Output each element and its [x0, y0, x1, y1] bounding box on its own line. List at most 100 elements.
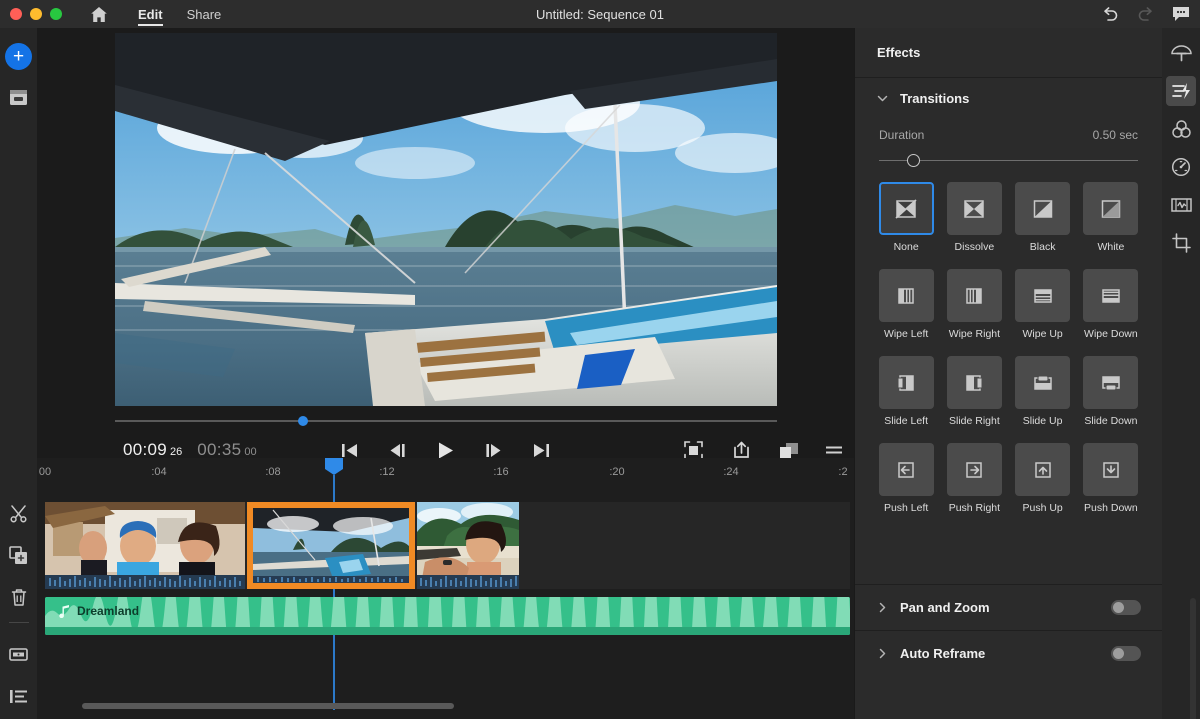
auto-reframe-label: Auto Reframe — [900, 646, 985, 661]
right-toolbar — [1162, 28, 1200, 719]
tab-edit[interactable]: Edit — [128, 0, 173, 28]
undo-icon[interactable] — [1102, 7, 1119, 22]
panel-vertical-scrollbar[interactable] — [1190, 598, 1196, 719]
viewer-scrubber[interactable] — [115, 414, 777, 428]
table-row[interactable] — [417, 502, 519, 589]
transition-label: None — [894, 241, 919, 253]
table-row[interactable] — [247, 502, 415, 589]
ruler-tick: :2 — [838, 466, 847, 478]
audio-clip-label: Dreamland — [59, 604, 139, 618]
pan-and-zoom-label: Pan and Zoom — [900, 600, 990, 615]
chevron-right-icon — [877, 648, 888, 659]
add-media-button[interactable]: + — [5, 43, 32, 70]
slide-up-icon — [1015, 356, 1070, 409]
tab-share[interactable]: Share — [177, 0, 232, 28]
transition-slide-left[interactable]: Slide Left — [872, 356, 940, 443]
color-tool-icon[interactable] — [1166, 114, 1196, 144]
transition-label: White — [1097, 241, 1124, 253]
transition-white[interactable]: White — [1077, 182, 1145, 269]
window-controls — [0, 8, 62, 20]
transition-push-left[interactable]: Push Left — [872, 443, 940, 530]
audio-tool-icon[interactable] — [1166, 190, 1196, 220]
redo-icon[interactable] — [1137, 7, 1154, 22]
transition-black-icon — [1015, 182, 1070, 235]
left-toolbar-bottom — [0, 486, 37, 719]
slide-left-icon — [879, 356, 934, 409]
pan-and-zoom-section[interactable]: Pan and Zoom — [855, 584, 1163, 630]
transition-label: Wipe Up — [1022, 328, 1062, 340]
audio-track[interactable]: Dreamland — [45, 597, 850, 635]
panel-title: Effects — [855, 28, 1162, 78]
clip-properties-icon[interactable] — [4, 639, 34, 669]
wipe-up-icon — [1015, 269, 1070, 322]
transition-wipe-left[interactable]: Wipe Left — [872, 269, 940, 356]
timeline-ruler[interactable]: 00 :04 :08 :12 :16 :20 :24 :2 — [37, 458, 854, 490]
crop-tool-icon[interactable] — [1166, 228, 1196, 258]
transition-label: Slide Down — [1084, 415, 1137, 427]
ruler-tick: :12 — [379, 466, 394, 478]
maximize-window-button[interactable] — [50, 8, 62, 20]
list-view-icon[interactable] — [4, 681, 34, 711]
transition-label: Wipe Right — [949, 328, 1000, 340]
transition-wipe-down[interactable]: Wipe Down — [1077, 269, 1145, 356]
timeline-horizontal-scrollbar[interactable] — [82, 703, 882, 709]
project-media-icon[interactable] — [4, 82, 34, 112]
transition-push-up[interactable]: Push Up — [1009, 443, 1077, 530]
transition-wipe-up[interactable]: Wipe Up — [1009, 269, 1077, 356]
transition-label: Push Left — [884, 502, 928, 514]
toolbar-divider — [9, 622, 29, 623]
transitions-section-header[interactable]: Transitions — [855, 78, 1162, 118]
transition-slide-up[interactable]: Slide Up — [1009, 356, 1077, 443]
transition-push-right[interactable]: Push Right — [940, 443, 1008, 530]
transition-label: Wipe Down — [1084, 328, 1138, 340]
auto-reframe-section[interactable]: Auto Reframe — [855, 630, 1163, 676]
text-tool-icon[interactable] — [1166, 38, 1196, 68]
mode-tabs: Edit Share — [128, 0, 231, 28]
delete-clip-icon[interactable] — [4, 582, 34, 612]
video-track[interactable] — [45, 502, 850, 589]
slide-right-icon — [947, 356, 1002, 409]
transition-none[interactable]: None — [872, 182, 940, 269]
transitions-label: Transitions — [900, 91, 969, 106]
ruler-tick: :20 — [609, 466, 624, 478]
split-clip-icon[interactable] — [4, 498, 34, 528]
music-note-icon — [59, 605, 70, 618]
transition-wipe-right[interactable]: Wipe Right — [940, 269, 1008, 356]
transition-white-icon — [1083, 182, 1138, 235]
duration-slider[interactable] — [879, 154, 1138, 168]
transition-black[interactable]: Black — [1009, 182, 1077, 269]
close-window-button[interactable] — [10, 8, 22, 20]
auto-reframe-toggle[interactable] — [1111, 646, 1141, 661]
transition-none-icon — [879, 182, 934, 235]
video-preview[interactable] — [115, 33, 777, 406]
table-row[interactable] — [45, 502, 245, 589]
audio-clip-name: Dreamland — [77, 604, 139, 618]
titlebar-actions — [1102, 0, 1190, 28]
comment-icon[interactable] — [1172, 6, 1190, 22]
ruler-tick: :04 — [151, 466, 166, 478]
effects-tool-icon[interactable] — [1166, 76, 1196, 106]
timeline-panel[interactable]: 00 :04 :08 :12 :16 :20 :24 :2 — [37, 458, 854, 719]
transition-label: Slide Left — [884, 415, 928, 427]
duplicate-clip-icon[interactable] — [4, 540, 34, 570]
speed-tool-icon[interactable] — [1166, 152, 1196, 182]
transition-slide-right[interactable]: Slide Right — [940, 356, 1008, 443]
minimize-window-button[interactable] — [30, 8, 42, 20]
push-left-icon — [879, 443, 934, 496]
pan-and-zoom-toggle[interactable] — [1111, 600, 1141, 615]
transition-dissolve[interactable]: Dissolve — [940, 182, 1008, 269]
transitions-grid: None Dissolve Black White — [855, 168, 1162, 530]
transition-push-down[interactable]: Push Down — [1077, 443, 1145, 530]
title-bar: Edit Share Untitled: Sequence 01 — [0, 0, 1200, 28]
video-clip-2[interactable] — [253, 508, 409, 583]
transition-slide-down[interactable]: Slide Down — [1077, 356, 1145, 443]
scrubber-handle[interactable] — [298, 416, 308, 426]
scrollbar-thumb[interactable] — [82, 703, 454, 709]
slider-knob[interactable] — [907, 154, 920, 167]
transition-label: Push Up — [1022, 502, 1062, 514]
scrubber-track — [115, 420, 777, 422]
left-toolbar: + — [0, 28, 37, 719]
home-icon[interactable] — [86, 1, 112, 27]
video-clip-3[interactable] — [417, 502, 519, 589]
video-clip-1[interactable] — [45, 502, 245, 589]
